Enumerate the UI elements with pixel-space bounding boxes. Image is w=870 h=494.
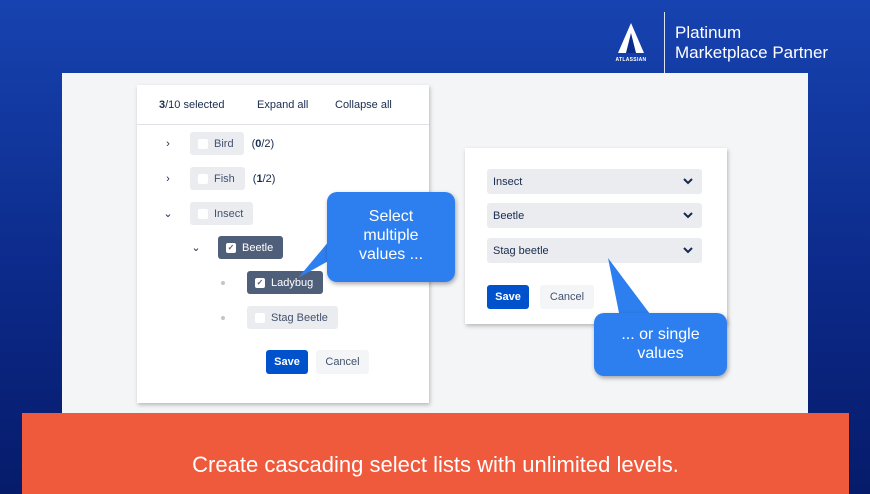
select-value: Insect [493,175,523,188]
tagline-text: Create cascading select lists with unlim… [192,451,679,477]
tagline-banner: Create cascading select lists with unlim… [22,413,849,494]
tree-option-fish[interactable]: Fish [190,167,245,190]
option-label: Fish [214,172,235,185]
logo-word: ATLASSIAN [615,57,647,63]
option-label: Stag Beetle [271,311,328,324]
chevron-down-icon [683,178,693,185]
collapse-all-button[interactable]: Collapse all [335,99,392,111]
callout-line: ... or single [621,326,700,343]
tree-option-insect[interactable]: Insect [190,202,254,225]
chevron-down-icon [683,247,693,254]
select-value: Stag beetle [493,244,549,257]
tree-option-beetle[interactable]: ✓ Beetle [218,236,284,259]
bullet-icon [221,315,225,320]
select-level-3[interactable]: Stag beetle [487,238,702,263]
tree-node-bird: › Bird (0/2) [161,132,274,155]
tree-node-insect: ⌄ Insect [161,202,254,225]
callout-line: values [637,345,684,362]
option-label: Bird [214,137,234,150]
single-select-card: Insect Beetle Stag beetle Save Cancel [465,148,727,324]
callout-multiple-values: Select multiple values ... [327,192,455,282]
partner-line-2: Marketplace Partner [675,43,829,62]
callout-line: multiple [363,227,419,244]
select-value: Beetle [493,209,525,222]
tree-toolbar: 3/10 selected Expand all Collapse all [137,85,429,125]
bullet-icon [221,280,225,285]
partner-badge: ATLASSIAN Platinum Marketplace Partner [612,12,828,74]
checkbox-icon[interactable] [198,208,208,219]
checkbox-checked-icon[interactable]: ✓ [226,242,236,253]
callout-single-values: ... or single values [594,313,727,376]
checkbox-icon[interactable] [198,138,208,149]
atlassian-mark-icon [618,23,644,53]
tree-option-stag-beetle[interactable]: Stag Beetle [247,306,338,329]
tree-node-fish: › Fish (1/2) [161,167,275,190]
chevron-right-icon[interactable]: › [161,138,175,150]
checkbox-icon[interactable] [255,312,265,323]
child-count: (1/2) [252,172,276,185]
select-cancel-button[interactable]: Cancel [540,285,594,309]
tree-node-stag-beetle: Stag Beetle [221,306,338,329]
badge-divider [664,12,665,74]
partner-line-1: Platinum [675,23,742,42]
chevron-down-icon [683,212,693,219]
selection-count: 3/10 selected [159,99,225,111]
child-count: (0/2) [251,137,275,150]
checkbox-icon[interactable] [198,173,208,184]
expand-all-button[interactable]: Expand all [257,99,308,111]
option-label: Beetle [242,241,274,254]
tree-save-button[interactable]: Save [266,350,308,374]
tree-node-beetle: ⌄ ✓ Beetle [189,236,284,259]
callout-tail [608,258,653,318]
chevron-down-icon[interactable]: ⌄ [161,207,175,220]
callout-line: values ... [358,246,424,263]
chevron-right-icon[interactable]: › [161,173,175,185]
select-level-2[interactable]: Beetle [487,203,702,228]
checkbox-checked-icon[interactable]: ✓ [255,277,265,288]
option-label: Insect [214,207,244,220]
select-level-1[interactable]: Insect [487,169,702,194]
select-save-button[interactable]: Save [487,285,529,309]
tree-option-bird[interactable]: Bird [190,132,244,155]
tree-cancel-button[interactable]: Cancel [316,350,369,374]
atlassian-logo: ATLASSIAN [612,17,650,69]
chevron-down-icon[interactable]: ⌄ [189,241,203,254]
callout-line: Select [368,208,414,225]
